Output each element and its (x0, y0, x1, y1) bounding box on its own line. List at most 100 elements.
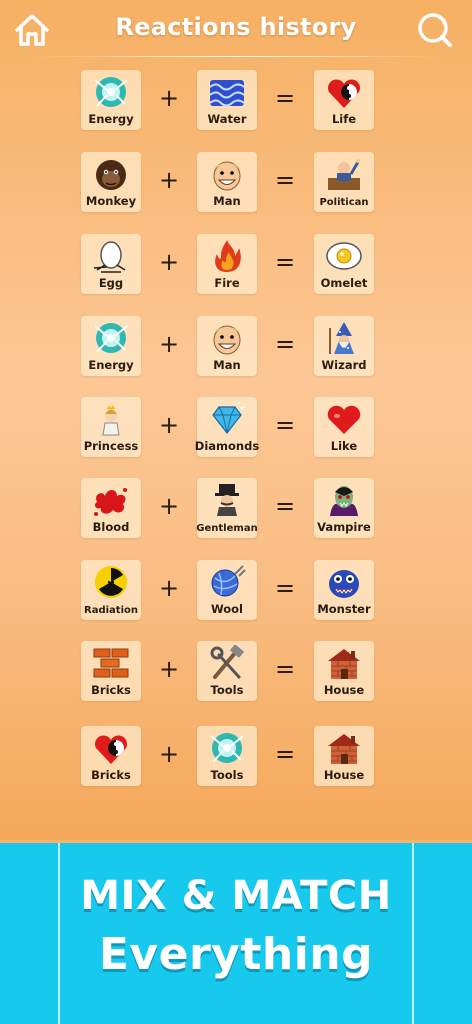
ingredient-a-tile[interactable]: Princess (81, 397, 141, 457)
ingredient-b-label: Man (213, 358, 241, 372)
diamond-icon (212, 401, 246, 434)
ingredient-b-tile[interactable]: Man (197, 152, 257, 212)
monster-icon (329, 570, 359, 598)
ingredient-b-label: Diamonds (194, 439, 260, 453)
plus-sign: + (158, 166, 180, 194)
plus-sign: + (158, 330, 180, 358)
ingredient-b-label: Fire (214, 276, 240, 290)
gentleman-icon (215, 484, 239, 516)
reaction-row: Monkey + Man = Politican (0, 152, 472, 214)
ingredient-a-label: Egg (98, 276, 124, 290)
house-icon (328, 649, 360, 679)
ingredient-a-tile[interactable]: Monkey (81, 152, 141, 212)
result-label: Politican (319, 197, 369, 208)
fire-icon (215, 240, 241, 272)
life-icon (328, 79, 360, 108)
result-label: Omelet (320, 276, 368, 290)
reaction-row: Princess + Diamonds = Like (0, 397, 472, 459)
omelet-icon (326, 242, 362, 270)
equals-sign: = (274, 655, 296, 683)
man-icon (213, 161, 241, 191)
monkey-icon (96, 160, 126, 190)
ingredient-b-tile[interactable]: Man (197, 316, 257, 376)
result-tile[interactable]: Life (314, 70, 374, 130)
ingredient-a-tile[interactable]: Energy (81, 70, 141, 130)
search-button[interactable] (414, 10, 454, 50)
result-tile[interactable]: Like (314, 397, 374, 457)
energy-icon (210, 733, 244, 763)
ingredient-b-label: Gentleman (196, 523, 258, 534)
house-icon (328, 734, 360, 764)
ingredient-b-tile[interactable]: Diamonds (195, 397, 259, 457)
plus-sign: + (158, 655, 180, 683)
ingredient-a-label: Energy (88, 112, 134, 126)
ingredient-a-tile[interactable]: Blood (81, 478, 141, 538)
politician-icon (328, 159, 360, 190)
plus-sign: + (158, 248, 180, 276)
result-label: House (323, 683, 365, 697)
result-tile[interactable]: Vampire (314, 478, 374, 538)
header: Reactions history (0, 0, 472, 60)
egg-icon (93, 241, 126, 273)
equals-sign: = (274, 84, 296, 112)
reaction-row: Energy + Man = Wizard (0, 316, 472, 378)
equals-sign: = (274, 574, 296, 602)
water-icon (209, 80, 245, 107)
plus-sign: + (158, 574, 180, 602)
plus-sign: + (158, 411, 180, 439)
result-tile[interactable]: Omelet (314, 234, 374, 294)
result-tile[interactable]: Wizard (314, 316, 374, 376)
energy-icon (94, 77, 128, 107)
energy-icon (94, 323, 128, 353)
man-icon (213, 325, 241, 355)
result-tile[interactable]: Politican (314, 152, 374, 212)
ingredient-b-tile[interactable]: Water (197, 70, 257, 130)
result-tile[interactable]: House (314, 641, 374, 701)
plus-sign: + (158, 84, 180, 112)
wool-icon (211, 565, 246, 597)
ingredient-b-label: Wool (210, 602, 244, 616)
ingredient-a-label: Monkey (85, 194, 137, 208)
ingredient-b-label: Tools (210, 768, 244, 782)
result-tile[interactable]: Monster (314, 560, 374, 620)
ingredient-a-label: Bricks (91, 768, 131, 782)
reaction-row: Bricks + Tools = House (0, 641, 472, 703)
reaction-row: Egg + Fire = Omelet (0, 234, 472, 296)
ingredient-b-label: Tools (210, 683, 244, 697)
result-label: Vampire (317, 520, 371, 534)
equals-sign: = (274, 166, 296, 194)
ingredient-a-label: Energy (88, 358, 134, 372)
reaction-row: Blood + Gentleman = Vampire (0, 478, 472, 540)
reaction-row: Bricks + Tools = House (0, 726, 472, 788)
ingredient-b-tile[interactable]: Wool (197, 560, 257, 620)
result-tile[interactable]: House (314, 726, 374, 786)
ingredient-a-label: Blood (92, 520, 130, 534)
equals-sign: = (274, 740, 296, 768)
vampire-icon (330, 486, 358, 516)
ingredient-b-tile[interactable]: Tools (197, 641, 257, 701)
reaction-row: Energy + Water = Life (0, 70, 472, 132)
plus-sign: + (158, 740, 180, 768)
ingredient-a-tile[interactable]: Bricks (81, 726, 141, 786)
princess-icon (102, 405, 120, 436)
ingredient-b-tile[interactable]: Tools (197, 726, 257, 786)
ingredient-a-tile[interactable]: Bricks (81, 641, 141, 701)
result-label: House (323, 768, 365, 782)
ingredient-a-label: Princess (83, 439, 139, 453)
ingredient-b-tile[interactable]: Gentleman (196, 478, 258, 538)
wizard-icon (329, 322, 354, 354)
equals-sign: = (274, 330, 296, 358)
ingredient-a-tile[interactable]: Egg (81, 234, 141, 294)
promo-headline: MIX & MATCH (80, 873, 392, 919)
promo-subheadline: Everything (98, 929, 374, 980)
ingredient-a-tile[interactable]: Energy (81, 316, 141, 376)
promo-banner: MIX & MATCH Everything (0, 843, 472, 1024)
life-icon (95, 735, 127, 764)
ingredient-b-tile[interactable]: Fire (197, 234, 257, 294)
ingredient-a-tile[interactable]: Radiation (81, 560, 141, 620)
reactions-history-screen: Reactions history Energy + Water = Life Monke… (0, 0, 472, 840)
equals-sign: = (274, 492, 296, 520)
page-title: Reactions history (115, 13, 357, 41)
result-label: Life (331, 112, 357, 126)
ingredient-b-label: Man (213, 194, 241, 208)
